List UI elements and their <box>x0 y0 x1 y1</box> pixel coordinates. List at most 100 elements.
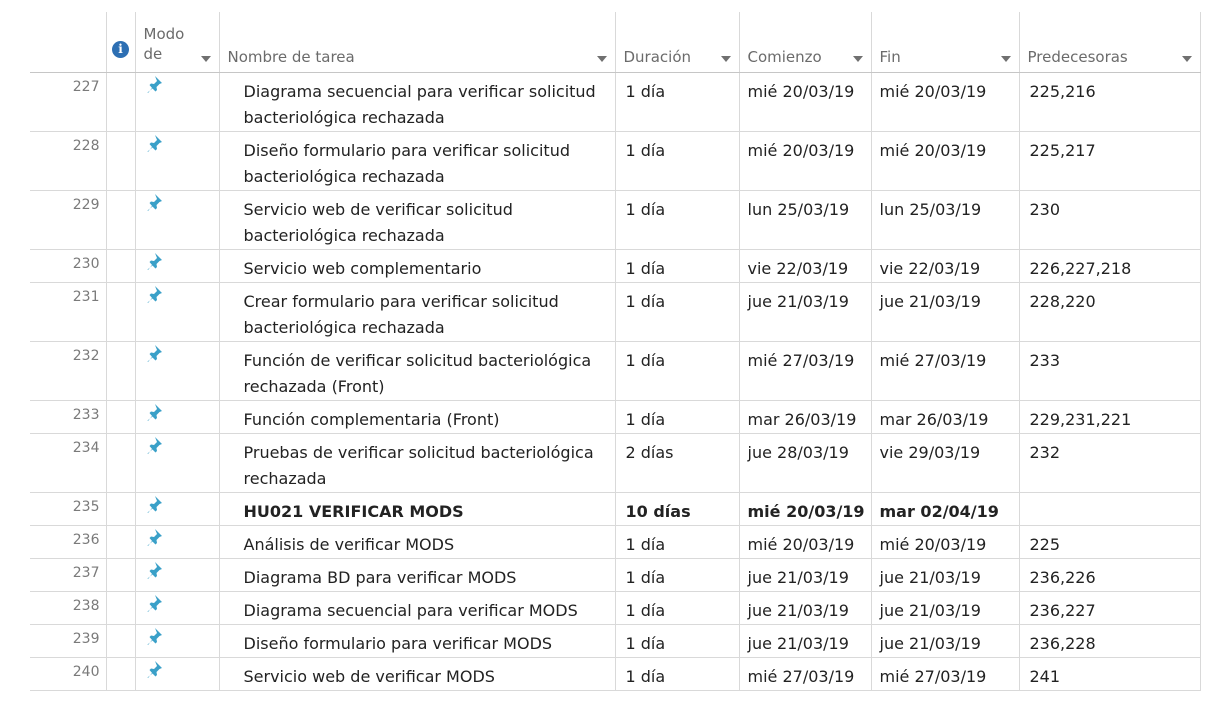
duration-cell[interactable]: 1 día <box>615 282 740 342</box>
start-header[interactable]: Comienzo <box>739 12 872 73</box>
task-name-cell[interactable]: HU021 VERIFICAR MODS <box>219 492 616 526</box>
predecessors-cell[interactable]: 230 <box>1019 190 1201 250</box>
task-mode-cell[interactable] <box>135 249 220 283</box>
task-mode-cell[interactable] <box>135 492 220 526</box>
indicator-cell[interactable] <box>106 131 136 191</box>
task-name-cell[interactable]: Pruebas de verificar solicitud bacteriol… <box>219 433 616 493</box>
task-mode-cell[interactable] <box>135 558 220 592</box>
finish-cell[interactable]: jue 21/03/19 <box>871 591 1020 625</box>
table-row[interactable]: 228 Diseño formulario para verificar sol… <box>30 131 1201 191</box>
predecessors-cell[interactable]: 232 <box>1019 433 1201 493</box>
row-number[interactable]: 234 <box>30 433 107 493</box>
start-cell[interactable]: mié 20/03/19 <box>739 492 872 526</box>
finish-cell[interactable]: vie 22/03/19 <box>871 249 1020 283</box>
indicator-cell[interactable] <box>106 657 136 691</box>
finish-cell[interactable]: jue 21/03/19 <box>871 558 1020 592</box>
task-name-cell[interactable]: Servicio web de verificar MODS <box>219 657 616 691</box>
task-mode-cell[interactable] <box>135 525 220 559</box>
predecessors-cell[interactable]: 236,228 <box>1019 624 1201 658</box>
indicator-cell[interactable] <box>106 72 136 132</box>
predecessors-cell[interactable]: 225 <box>1019 525 1201 559</box>
task-mode-cell[interactable] <box>135 341 220 401</box>
start-cell[interactable]: mié 27/03/19 <box>739 657 872 691</box>
start-cell[interactable]: mar 26/03/19 <box>739 400 872 434</box>
indicator-cell[interactable] <box>106 190 136 250</box>
table-row[interactable]: 235 HU021 VERIFICAR MODS 10 días mié 20/… <box>30 492 1201 526</box>
task-name-cell[interactable]: Análisis de verificar MODS <box>219 525 616 559</box>
predecessors-cell[interactable]: 226,227,218 <box>1019 249 1201 283</box>
chevron-down-icon[interactable] <box>720 55 731 62</box>
row-number[interactable]: 231 <box>30 282 107 342</box>
finish-cell[interactable]: mié 20/03/19 <box>871 525 1020 559</box>
table-row[interactable]: 239 Diseño formulario para verificar MOD… <box>30 624 1201 658</box>
start-cell[interactable]: mié 20/03/19 <box>739 525 872 559</box>
predecessors-cell[interactable]: 236,227 <box>1019 591 1201 625</box>
table-row[interactable]: 233 Función complementaria (Front) 1 día… <box>30 400 1201 434</box>
duration-cell[interactable]: 1 día <box>615 525 740 559</box>
task-name-header[interactable]: Nombre de tarea <box>219 12 616 73</box>
start-cell[interactable]: jue 21/03/19 <box>739 591 872 625</box>
task-mode-cell[interactable] <box>135 72 220 132</box>
start-cell[interactable]: jue 21/03/19 <box>739 624 872 658</box>
table-row[interactable]: 238 Diagrama secuencial para verificar M… <box>30 591 1201 625</box>
finish-cell[interactable]: lun 25/03/19 <box>871 190 1020 250</box>
duration-cell[interactable]: 1 día <box>615 190 740 250</box>
chevron-down-icon[interactable] <box>1000 55 1011 62</box>
start-cell[interactable]: mié 20/03/19 <box>739 131 872 191</box>
start-cell[interactable]: lun 25/03/19 <box>739 190 872 250</box>
finish-header[interactable]: Fin <box>871 12 1020 73</box>
duration-header[interactable]: Duración <box>615 12 740 73</box>
indicator-cell[interactable] <box>106 624 136 658</box>
finish-cell[interactable]: mié 27/03/19 <box>871 657 1020 691</box>
task-mode-cell[interactable] <box>135 591 220 625</box>
predecessors-cell[interactable]: 229,231,221 <box>1019 400 1201 434</box>
indicator-cell[interactable] <box>106 591 136 625</box>
task-name-cell[interactable]: Función complementaria (Front) <box>219 400 616 434</box>
finish-cell[interactable]: mié 20/03/19 <box>871 72 1020 132</box>
row-number[interactable]: 233 <box>30 400 107 434</box>
chevron-down-icon[interactable] <box>852 55 863 62</box>
predecessors-cell[interactable]: 228,220 <box>1019 282 1201 342</box>
duration-cell[interactable]: 2 días <box>615 433 740 493</box>
predecessors-cell[interactable]: 241 <box>1019 657 1201 691</box>
task-mode-cell[interactable] <box>135 282 220 342</box>
duration-cell[interactable]: 1 día <box>615 131 740 191</box>
row-number[interactable]: 227 <box>30 72 107 132</box>
indicator-cell[interactable] <box>106 492 136 526</box>
predecessors-cell[interactable]: 225,216 <box>1019 72 1201 132</box>
indicator-cell[interactable] <box>106 525 136 559</box>
row-number[interactable]: 230 <box>30 249 107 283</box>
start-cell[interactable]: jue 21/03/19 <box>739 282 872 342</box>
finish-cell[interactable]: mié 20/03/19 <box>871 131 1020 191</box>
table-row[interactable]: 230 Servicio web complementario 1 día vi… <box>30 249 1201 283</box>
finish-cell[interactable]: vie 29/03/19 <box>871 433 1020 493</box>
task-name-cell[interactable]: Crear formulario para verificar solicitu… <box>219 282 616 342</box>
duration-cell[interactable]: 1 día <box>615 400 740 434</box>
finish-cell[interactable]: jue 21/03/19 <box>871 624 1020 658</box>
finish-cell[interactable]: mar 02/04/19 <box>871 492 1020 526</box>
task-name-cell[interactable]: Servicio web complementario <box>219 249 616 283</box>
row-number[interactable]: 237 <box>30 558 107 592</box>
row-number[interactable]: 229 <box>30 190 107 250</box>
duration-cell[interactable]: 10 días <box>615 492 740 526</box>
chevron-down-icon[interactable] <box>200 55 211 62</box>
task-name-cell[interactable]: Diagrama BD para verificar MODS <box>219 558 616 592</box>
table-row[interactable]: 234 Pruebas de verificar solicitud bacte… <box>30 433 1201 493</box>
indicator-cell[interactable] <box>106 341 136 401</box>
task-name-cell[interactable]: Función de verificar solicitud bacteriol… <box>219 341 616 401</box>
row-number-header[interactable] <box>30 12 107 73</box>
chevron-down-icon[interactable] <box>1181 55 1192 62</box>
predecessors-cell[interactable]: 233 <box>1019 341 1201 401</box>
table-row[interactable]: 237 Diagrama BD para verificar MODS 1 dí… <box>30 558 1201 592</box>
duration-cell[interactable]: 1 día <box>615 624 740 658</box>
start-cell[interactable]: jue 21/03/19 <box>739 558 872 592</box>
task-mode-cell[interactable] <box>135 624 220 658</box>
chevron-down-icon[interactable] <box>596 55 607 62</box>
predecessors-cell[interactable]: 225,217 <box>1019 131 1201 191</box>
finish-cell[interactable]: jue 21/03/19 <box>871 282 1020 342</box>
row-number[interactable]: 238 <box>30 591 107 625</box>
row-number[interactable]: 239 <box>30 624 107 658</box>
table-row[interactable]: 231 Crear formulario para verificar soli… <box>30 282 1201 342</box>
task-name-cell[interactable]: Diseño formulario para verificar MODS <box>219 624 616 658</box>
indicator-cell[interactable] <box>106 400 136 434</box>
